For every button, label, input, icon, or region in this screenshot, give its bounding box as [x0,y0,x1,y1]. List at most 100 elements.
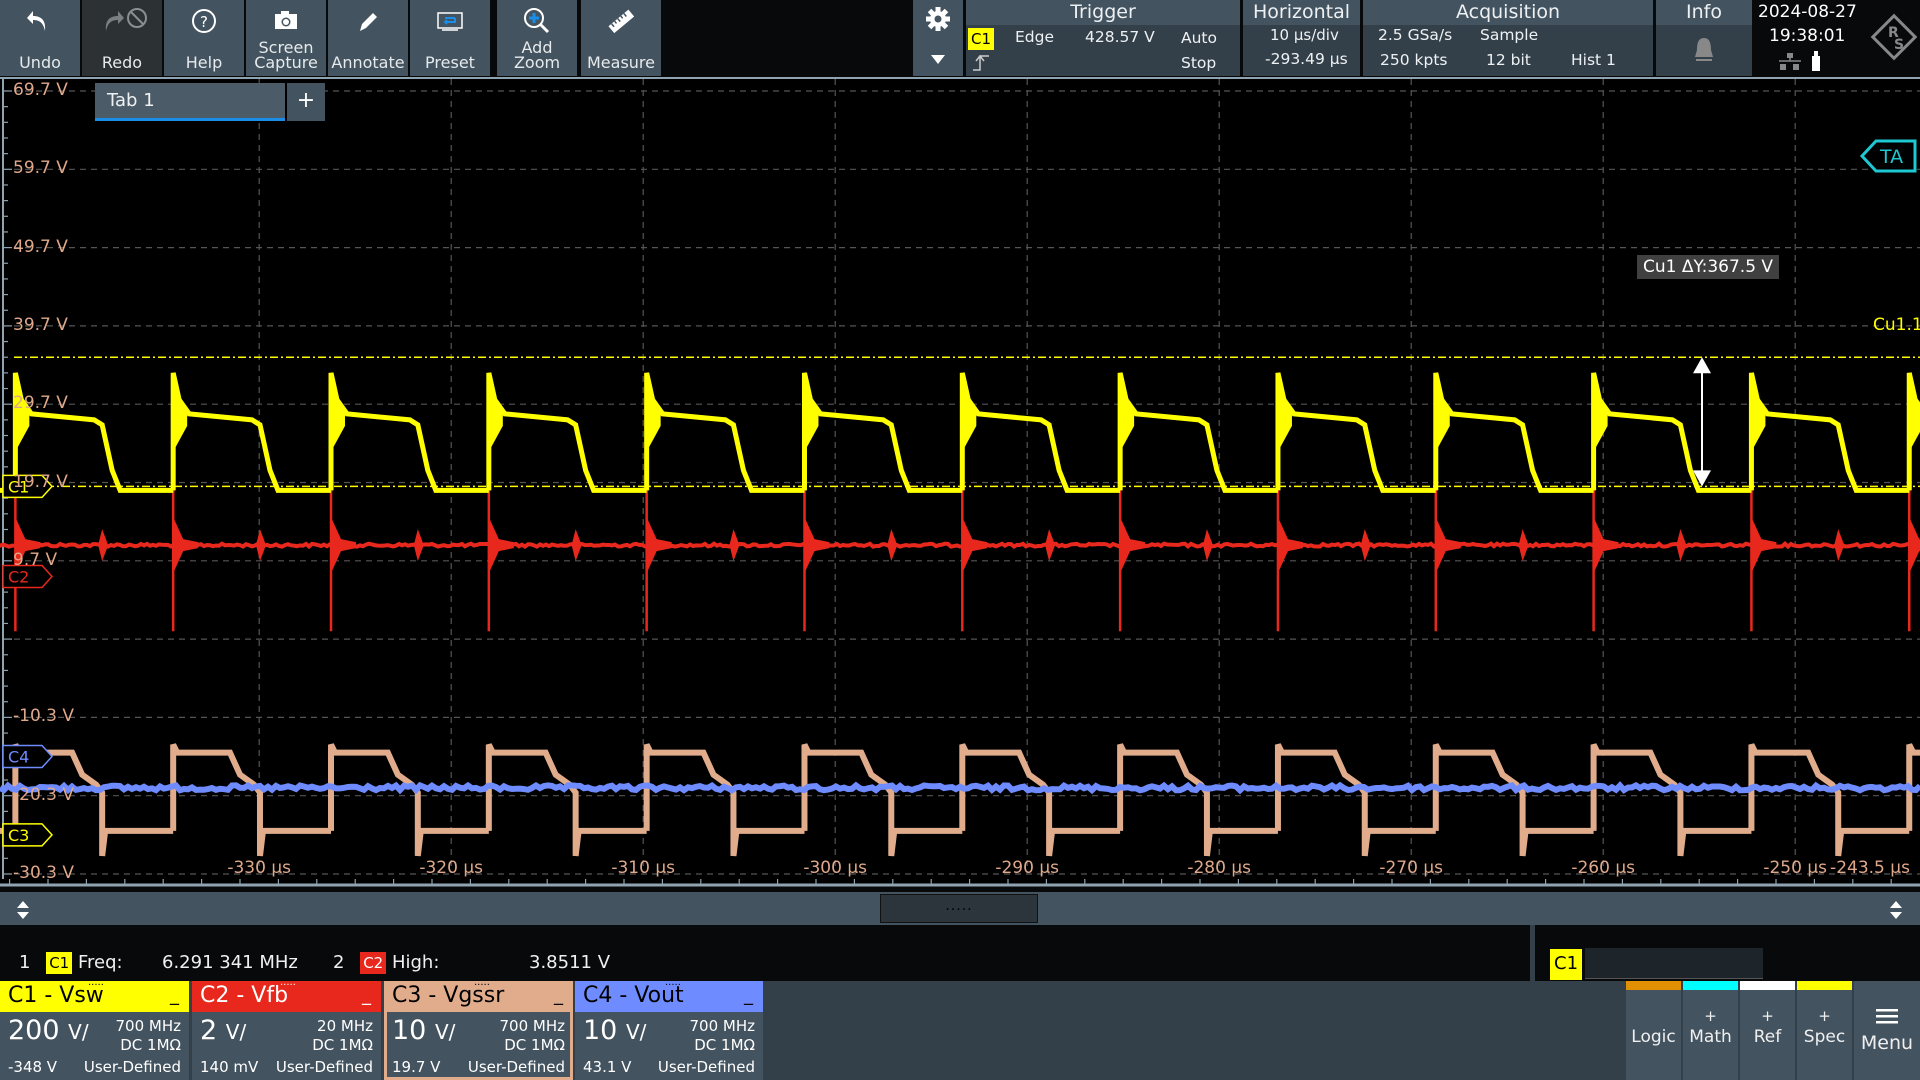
c2-ringing [1435,517,1461,574]
c2-small-spike [98,529,109,562]
c2-small-spike [1202,529,1213,562]
channel-probe: User-Defined [83,1058,181,1076]
acquisition-panel[interactable]: Acquisition 2.5 GSa/s Sample 250 kpts 12… [1363,0,1653,76]
measurement-row[interactable]: 1 C1 Freq: 6.291 341 MHz [19,952,298,974]
math-label: Math [1689,1027,1732,1047]
info-panel[interactable]: Info [1656,0,1752,76]
x-tick-label: -280 µs [1187,858,1252,878]
channel-offset: 140 mV [200,1058,259,1076]
y-tick-label: 39.7 V [13,314,68,335]
rs-logo: RS [1869,12,1919,66]
ref-color-bar [1740,981,1795,990]
horizontal-position: -293.49 µs [1265,50,1348,68]
screen-capture-button[interactable]: Screen Capture [246,0,326,76]
channel-tile-c3[interactable]: C3 - Vgssr ····· _ 10 V/ 700 MHz DC 1MΩ 19.… [384,980,573,1080]
c2-ringing [804,517,830,574]
history: Hist 1 [1571,51,1616,69]
help-button[interactable]: ? Help [164,0,244,76]
channel-dots: ····· [474,980,490,991]
c3-offset-marker[interactable]: C3 [2,823,54,847]
gear-icon[interactable] [925,6,951,36]
minimize-button[interactable]: _ [362,981,371,1011]
channel-probe: User-Defined [657,1058,755,1076]
redo-button[interactable]: Redo [82,0,162,76]
x-tick-label: -243.5 µs [1830,858,1910,878]
c3-trace [1906,743,1920,831]
c3-trace [959,743,1121,857]
math-button[interactable]: + Math [1683,981,1738,1080]
usb-icon [1811,50,1821,76]
channel-tile-c2[interactable]: C2 - Vfb ····· _ 2 V/ 20 MHz DC 1MΩ 140 mV … [192,980,381,1080]
c1-trace [1433,372,1594,493]
trigger-panel[interactable]: Trigger C1 Edge 428.57 V Auto Stop [966,0,1240,76]
measure-button[interactable]: Measure [581,0,661,76]
spec-button[interactable]: + Spec [1797,981,1852,1080]
measurement-value: 3.8511 V [529,952,611,973]
trigger-marker[interactable]: TA [1859,139,1917,173]
ref-button[interactable]: + Ref [1740,981,1795,1080]
c1-trace [1591,372,1752,493]
measurement-row[interactable]: 2 C2 High: 3.8511 V [333,952,610,974]
c4-offset-marker[interactable]: C4 [2,744,54,769]
c2-ringing [962,517,988,574]
add-tab-button[interactable]: + [287,83,325,121]
menu-button[interactable]: Menu [1854,981,1920,1080]
cursor-delta-label: Cu1 ΔY:367.5 V [1637,255,1780,279]
measurement-index: 2 [333,952,345,973]
plus-icon: + [1761,1007,1774,1025]
y-tick-label: -30.3 V [13,863,75,883]
channel-dots: ····· [88,980,104,991]
undo-button[interactable]: Undo [0,0,80,76]
y-tick-label: 59.7 V [13,158,68,179]
c1-trace [1275,372,1436,493]
panel-splitter[interactable]: ..... [0,892,1920,925]
c2-small-spike [255,529,266,562]
c3-trace [328,743,489,857]
cursor-readout[interactable]: C1 Y1 -4.09057 V [1530,925,1920,1033]
add-zoom-button[interactable]: Add Zoom [497,0,577,76]
channel-scale: 10 V/ [583,1015,647,1046]
channel-offset: -348 V [8,1058,58,1076]
undo-icon [0,6,80,36]
c2-small-spike [571,529,582,562]
minimize-button[interactable]: _ [170,981,179,1011]
svg-text:?: ? [200,13,208,31]
cursor-label: Cu1.1 [1873,315,1920,335]
svg-text:C4: C4 [8,748,29,767]
plus-icon: + [1818,1007,1831,1025]
channel-tile-c1[interactable]: C1 - Vsw ····· _ 200 V/ 700 MHz DC 1MΩ -348… [0,980,189,1080]
logic-button[interactable]: Logic [1626,981,1681,1080]
channel-offset: 43.1 V [583,1058,632,1076]
splitter-handle[interactable]: ..... [880,894,1038,923]
preset-button[interactable]: Preset [410,0,490,76]
minimize-button[interactable]: _ [554,981,563,1011]
datetime-display: 2024-08-27 19:38:01 RS [1755,0,1920,76]
spec-label: Spec [1803,1027,1846,1047]
measurement-value: 6.291 341 MHz [162,952,298,973]
annotate-button[interactable]: Annotate [328,0,408,76]
minimize-button[interactable]: _ [744,981,753,1011]
channel-scale: 10 V/ [392,1015,456,1046]
channel-scale: 2 V/ [200,1015,247,1046]
resize-arrows-icon[interactable] [1889,899,1903,925]
channel-tile-c4[interactable]: C4 - Vout ····· _ 10 V/ 700 MHz DC 1MΩ 43.1… [575,980,763,1080]
network-icon [1777,52,1803,76]
waveform-display[interactable]: C1 C2 C3 C4 TA 69.7 V 59.7 V 49.7 V 39.7 V 29.7 … [0,77,1920,887]
c2-ringing [1120,517,1146,574]
horizontal-panel[interactable]: Horizontal 10 µs/div -293.49 µs [1243,0,1360,76]
channel-scale: 200 V/ [8,1015,89,1046]
measurement-source-badge: C2 [360,952,387,974]
c3-trace [1748,743,1910,857]
x-tick-label: -270 µs [1379,858,1444,878]
c2-ringing [646,517,672,574]
resize-arrows-icon[interactable] [16,899,30,925]
c2-ringing [1277,517,1303,574]
channel-bandwidth: 700 MHz DC 1MΩ [689,1017,756,1054]
tab-1[interactable]: Tab 1 [95,83,285,121]
c1-trace [959,372,1121,493]
chevron-down-icon[interactable] [929,50,947,69]
preset-icon [410,6,490,36]
c3-trace [485,743,647,857]
channel-probe: User-Defined [467,1058,565,1076]
trigger-type: Edge [1015,28,1055,46]
